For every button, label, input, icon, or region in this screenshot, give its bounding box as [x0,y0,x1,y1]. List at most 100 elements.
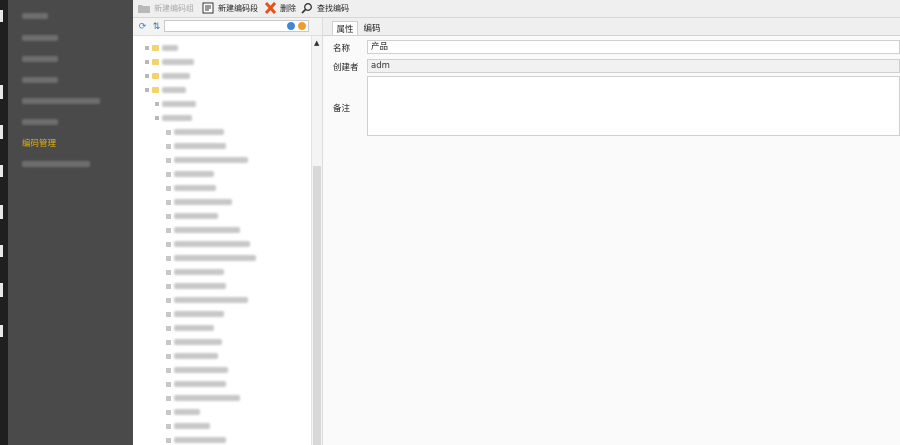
expand-icon[interactable] [145,74,149,78]
tree-node-label [174,353,218,359]
tree-node-label [174,367,228,373]
tree-leaf[interactable] [166,198,232,206]
tree-leaf[interactable] [166,212,218,220]
document-icon [166,129,171,135]
find-code-button[interactable]: 查找编码 [300,2,349,14]
tree-leaf[interactable] [166,254,256,262]
tree-node[interactable] [155,100,196,108]
tree-node-label [174,311,224,317]
rail-icon[interactable] [0,245,3,257]
new-segment-button[interactable]: 新建编码段 [201,2,258,14]
tree-node-label [174,227,240,233]
document-icon [166,213,171,219]
sidebar-item-obscured[interactable] [22,35,58,41]
tree-node-label [174,381,226,387]
tree-leaf[interactable] [166,338,222,346]
sidebar-item-obscured[interactable] [22,56,58,62]
document-icon [166,269,171,275]
remark-textarea[interactable] [367,76,900,136]
sidebar-item-obscured[interactable] [22,13,48,19]
tree-node[interactable] [145,72,190,80]
document-icon [166,409,171,415]
sidebar-item-obscured[interactable] [22,161,90,167]
tree-search-box [164,20,309,32]
detail-pane: 属性 编码 名称 产品 创建者 adm 备注 [323,18,900,445]
expand-icon[interactable] [145,60,149,64]
tree-leaf[interactable] [166,436,226,444]
expand-icon[interactable] [145,46,149,50]
sidebar-item-code-management[interactable]: 编码管理 [22,139,56,149]
expand-icon[interactable] [155,102,159,106]
tab-codes[interactable]: 编码 [359,21,385,34]
tree-leaf[interactable] [166,408,200,416]
new-group-button[interactable]: 新建编码组 [137,2,194,14]
expand-tree-icon[interactable]: ⇅ [151,21,162,32]
rail-icon[interactable] [0,205,3,219]
tree-leaf[interactable] [166,352,218,360]
rail-icon[interactable] [0,283,3,297]
tree-node-label [174,241,250,247]
tree-leaf[interactable] [166,422,210,430]
tree-node-label [174,339,222,345]
document-icon [166,143,171,149]
expand-icon[interactable] [145,88,149,92]
tree-node[interactable] [145,58,194,66]
tree-node-label [174,255,256,261]
search-icon [300,2,314,14]
tree-scrollbar[interactable]: ▲ [311,36,322,445]
rail-icon[interactable] [0,165,3,177]
tree-node-label [162,101,196,107]
tree-node[interactable] [145,86,186,94]
tree-leaf[interactable] [166,296,248,304]
tree-leaf[interactable] [166,170,214,178]
tree-search-input[interactable] [165,21,287,31]
tree-node-label [174,409,200,415]
tree-node-label [162,115,192,121]
tree-leaf[interactable] [166,268,224,276]
sidebar-item-obscured[interactable] [22,119,58,125]
tree-leaf[interactable] [166,282,226,290]
tree-node[interactable] [145,44,178,52]
scroll-up-icon[interactable]: ▲ [314,39,319,47]
scrollbar-thumb[interactable] [313,166,321,445]
refresh-icon[interactable]: ⟳ [137,21,148,32]
tree-leaf[interactable] [166,142,226,150]
creator-field: adm [367,59,900,73]
delete-button[interactable]: 删除 [263,2,296,14]
document-icon [166,297,171,303]
rail-icon[interactable] [0,125,3,139]
tree-node-label [174,423,210,429]
tree-node-label [162,59,194,65]
delete-label: 删除 [280,3,296,13]
sidebar-item-obscured[interactable] [22,98,100,104]
rail-icon[interactable] [0,10,3,22]
expand-icon[interactable] [155,116,159,120]
tree-node[interactable] [155,114,192,122]
tree-leaf[interactable] [166,240,250,248]
tab-properties[interactable]: 属性 [332,21,358,35]
folder-icon [152,45,159,51]
name-field[interactable]: 产品 [367,40,900,54]
document-icon [166,353,171,359]
document-icon [166,311,171,317]
sidebar-item-obscured[interactable] [22,77,58,83]
delete-x-icon [263,2,277,14]
new-segment-label: 新建编码段 [218,3,258,13]
tree-leaf[interactable] [166,394,240,402]
tree-leaf[interactable] [166,310,224,318]
tree-leaf[interactable] [166,226,240,234]
folder-icon [152,73,159,79]
tree-leaf[interactable] [166,380,226,388]
search-add-icon[interactable] [287,22,295,30]
tree-leaf[interactable] [166,366,228,374]
tree-leaf[interactable] [166,128,224,136]
tree-leaf[interactable] [166,184,216,192]
search-filter-icon[interactable] [298,22,306,30]
name-label: 名称 [333,44,351,54]
rail-icon[interactable] [0,85,3,99]
tree-leaf[interactable] [166,324,214,332]
tree-node-label [174,185,216,191]
tree-leaf[interactable] [166,156,248,164]
rail-icon[interactable] [0,325,3,337]
document-icon [166,325,171,331]
